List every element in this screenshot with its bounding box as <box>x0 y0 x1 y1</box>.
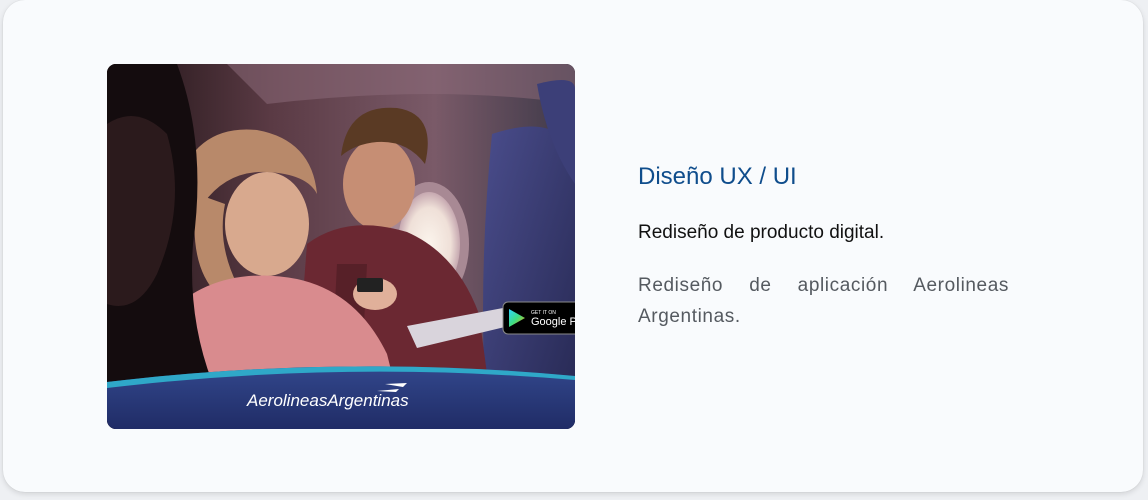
project-image: GET IT ON Google P AerolineasArgentinas <box>107 64 575 429</box>
project-card[interactable]: GET IT ON Google P AerolineasArgentinas … <box>3 0 1143 492</box>
google-play-badge: GET IT ON Google P <box>502 301 575 335</box>
store-badge-large: Google P <box>531 316 575 328</box>
project-category: Diseño UX / UI <box>638 163 797 190</box>
airline-brand-text: AerolineasArgentinas <box>246 391 409 410</box>
project-thumbnail[interactable]: GET IT ON Google P AerolineasArgentinas <box>107 64 575 429</box>
project-subtitle: Rediseño de producto digital. <box>638 222 885 243</box>
project-info: Diseño UX / UI Rediseño de producto digi… <box>638 160 1009 332</box>
project-description: Rediseño de aplicación Aerolineas Argent… <box>638 275 1009 327</box>
